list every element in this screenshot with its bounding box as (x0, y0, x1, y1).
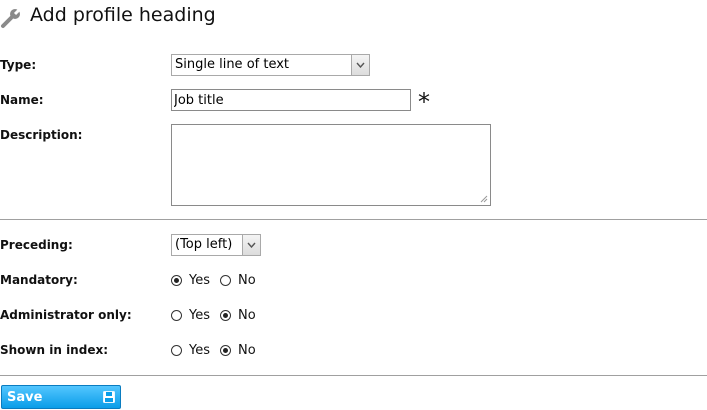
type-label: Type: (0, 58, 37, 72)
type-select[interactable]: Single line of text (171, 54, 370, 76)
preceding-select[interactable]: (Top left) (171, 234, 261, 256)
chevron-down-icon (242, 235, 260, 255)
header (0, 6, 22, 30)
preceding-label: Preceding: (0, 238, 73, 252)
mandatory-yes-radio[interactable] (171, 274, 182, 286)
description-field[interactable] (171, 124, 491, 206)
description-label: Description: (0, 128, 83, 142)
divider (0, 375, 707, 376)
shown-in-index-no-label[interactable]: No (238, 343, 256, 358)
name-field[interactable] (171, 89, 411, 111)
shown-in-index-yes-label[interactable]: Yes (189, 343, 210, 358)
page-title: Add profile heading (30, 4, 216, 26)
mandatory-no-radio[interactable] (220, 274, 231, 286)
shown-in-index-label: Shown in index: (0, 343, 108, 357)
preceding-select-value: (Top left) (175, 237, 233, 252)
save-button-label: Save (7, 390, 43, 405)
admin-only-no-radio[interactable] (220, 309, 231, 321)
resize-grip-icon[interactable] (480, 195, 488, 203)
required-mark: * (418, 88, 430, 116)
admin-only-label: Administrator only: (0, 308, 132, 322)
chevron-down-icon (351, 55, 369, 75)
mandatory-no-label[interactable]: No (238, 273, 256, 288)
shown-in-index-radio-group: Yes No (171, 341, 266, 359)
shown-in-index-no-radio[interactable] (220, 344, 231, 356)
admin-only-radio-group: Yes No (171, 306, 266, 324)
admin-only-yes-label[interactable]: Yes (189, 308, 210, 323)
mandatory-yes-label[interactable]: Yes (189, 273, 210, 288)
disk-icon (103, 391, 115, 403)
admin-only-no-label[interactable]: No (238, 308, 256, 323)
save-button[interactable]: Save (1, 385, 121, 409)
shown-in-index-yes-radio[interactable] (171, 344, 182, 356)
admin-only-yes-radio[interactable] (171, 309, 182, 321)
wrench-icon (1, 7, 22, 28)
name-label: Name: (0, 93, 44, 107)
type-select-value: Single line of text (175, 57, 290, 72)
mandatory-label: Mandatory: (0, 273, 78, 287)
mandatory-radio-group: Yes No (171, 271, 266, 289)
divider (0, 219, 707, 220)
